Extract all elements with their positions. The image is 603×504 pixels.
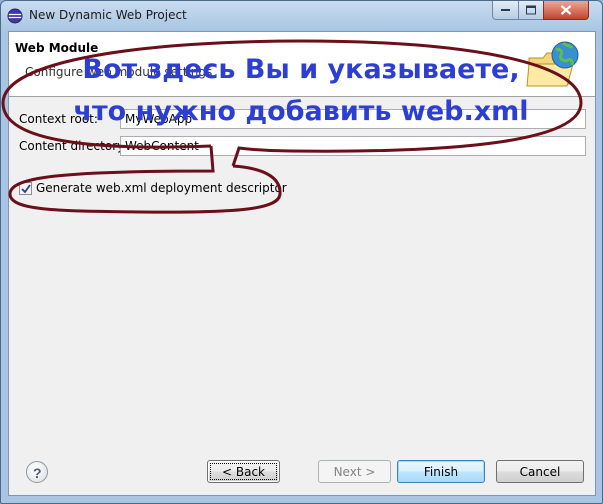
- annotation-line-1: Вот здесь Вы и указываете,: [82, 54, 520, 85]
- annotation-checkbox-outline: [8, 145, 282, 214]
- help-question-icon: ?: [33, 465, 42, 481]
- finish-button[interactable]: Finish: [397, 460, 485, 483]
- annotation-line-2: что нужно добавить web.xml: [73, 96, 529, 127]
- cancel-button[interactable]: Cancel: [496, 460, 584, 483]
- next-button[interactable]: Next >: [318, 460, 391, 483]
- back-button[interactable]: < Back: [207, 460, 280, 483]
- dialog-window: New Dynamic Web Project Web Module Confi…: [0, 0, 603, 504]
- help-button[interactable]: ?: [26, 461, 48, 483]
